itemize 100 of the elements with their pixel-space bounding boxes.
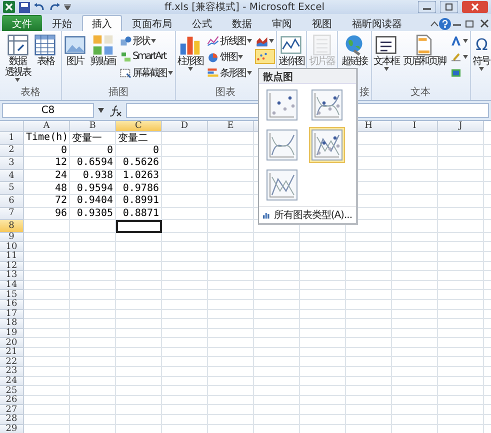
ribbon-button[interactable]: 形状 (118, 33, 174, 48)
table-cell-text: 变量一 (71, 132, 103, 145)
table-cell-text: 0.9404 (76, 194, 114, 208)
row-header[interactable]: 18 (0, 319, 24, 329)
ribbon-button[interactable]: 剪贴画 (89, 33, 116, 68)
caret-icon[interactable] (98, 108, 104, 113)
ribbon-button[interactable]: 折线图 (206, 33, 252, 48)
table-cell-text: 0.938 (82, 170, 114, 182)
ribbon-button[interactable]: 图片 (63, 33, 87, 68)
scatter-option-icon (266, 129, 298, 161)
row-header[interactable]: 6 (0, 194, 24, 208)
group-label: 图表 (216, 87, 236, 100)
ribbon-button[interactable]: 页眉和页脚 (402, 33, 446, 68)
row-header[interactable]: 29 (0, 424, 24, 433)
minimize-icon[interactable] (418, 1, 436, 13)
all-chart-types-link[interactable]: 所有图表类型(A)... (274, 208, 352, 222)
row-header[interactable]: 16 (0, 300, 24, 310)
row-header[interactable]: 10 (0, 242, 24, 252)
excel-icon[interactable] (3, 1, 15, 13)
column-header[interactable]: C (116, 121, 162, 132)
close-icon[interactable] (462, 1, 488, 13)
name-box[interactable]: C8 (2, 103, 94, 118)
group-label: 插图 (108, 87, 128, 100)
ribbon-tab[interactable]: 审阅 (262, 15, 302, 31)
row-header[interactable]: 3 (0, 157, 24, 170)
help-icon[interactable] (439, 17, 451, 31)
ribbon-button[interactable]: Ω 符号 (472, 33, 490, 72)
ribbon-button[interactable]: 柱形图 (176, 33, 204, 72)
column-header[interactable]: D (162, 121, 208, 132)
table-icon (34, 34, 56, 56)
row-header[interactable]: 9 (0, 232, 24, 242)
row-header[interactable]: 14 (0, 280, 24, 290)
ribbon-tab[interactable]: 福昕阅读器 (342, 15, 412, 31)
line-chart-icon (207, 34, 219, 46)
ribbon-tab[interactable]: 视图 (302, 15, 342, 31)
row-header[interactable]: 21 (0, 348, 24, 358)
object-icon (450, 66, 462, 78)
row-header[interactable]: 4 (0, 170, 24, 182)
shapes-icon (120, 34, 132, 46)
ribbon-tab[interactable]: 开始 (42, 15, 82, 31)
maximize-icon[interactable] (440, 1, 458, 13)
row-header[interactable]: 19 (0, 328, 24, 338)
ribbon-button[interactable]: 饼图 (206, 49, 252, 64)
bar-chart-icon (207, 66, 219, 78)
row-header[interactable]: 26 (0, 396, 24, 406)
row-header[interactable]: 7 (0, 208, 24, 220)
column-header[interactable]: J (438, 121, 484, 132)
row-header[interactable]: 12 (0, 262, 24, 272)
row-header[interactable]: 8 (0, 220, 24, 233)
row-header[interactable]: 2 (0, 144, 24, 158)
row-header[interactable]: 17 (0, 310, 24, 320)
ribbon-button[interactable]: 条形图 (206, 65, 252, 80)
ribbon-tab[interactable]: 页面布局 (122, 15, 182, 31)
group-label: 文本 (410, 87, 430, 100)
row-header[interactable]: 24 (0, 376, 24, 386)
row-header[interactable]: 11 (0, 252, 24, 262)
ribbon-tab[interactable]: 插入 (82, 15, 122, 31)
column-header[interactable]: B (70, 121, 116, 132)
ribbon-button[interactable]: 迷你图 (278, 33, 305, 68)
ribbon-button[interactable]: SmartArt (118, 49, 174, 64)
undo-icon[interactable] (34, 2, 45, 12)
ribbon-button[interactable]: 表格 (33, 33, 58, 68)
column-header[interactable]: A (24, 121, 70, 132)
ribbon-button[interactable]: 屏幕截图 (118, 65, 174, 80)
function-icon[interactable] (108, 104, 122, 116)
row-header[interactable]: 23 (0, 367, 24, 377)
row-header[interactable]: 28 (0, 415, 24, 425)
row-header[interactable]: 20 (0, 338, 24, 348)
row-header[interactable]: 15 (0, 290, 24, 300)
scatter-option[interactable] (264, 87, 300, 123)
table-cell-text: 0 (60, 144, 68, 158)
ribbon-tab[interactable]: 公式 (182, 15, 222, 31)
ribbon-button[interactable]: 文本框 (372, 33, 400, 72)
slicer-icon (310, 34, 333, 56)
table-cell-text: 0.9786 (122, 182, 160, 195)
chart-type-button[interactable] (254, 49, 274, 64)
table-cell-text: Time(h) (25, 132, 70, 145)
column-header[interactable]: E (208, 121, 254, 132)
ribbon-button[interactable]: 数据 透视表 (4, 33, 32, 83)
file-tab[interactable]: 文件 (2, 15, 42, 31)
table-cell-text: 0.8871 (122, 208, 160, 220)
row-header[interactable]: 25 (0, 386, 24, 396)
pie-chart-icon (207, 50, 219, 62)
scatter-option[interactable] (309, 87, 345, 123)
selected-cell (116, 220, 162, 233)
row-header[interactable]: 22 (0, 357, 24, 368)
row-header[interactable]: 1 (0, 132, 24, 145)
row-header[interactable]: 5 (0, 182, 24, 195)
ribbon-button[interactable]: 超链接 (340, 33, 368, 68)
signature-line-icon (450, 50, 462, 62)
save-icon[interactable] (19, 2, 30, 12)
column-header[interactable]: I (392, 121, 438, 132)
redo-icon[interactable] (49, 2, 60, 12)
scatter-option[interactable] (264, 167, 300, 203)
ribbon-tab[interactable]: 数据 (222, 15, 262, 31)
row-header[interactable]: 27 (0, 405, 24, 416)
customize-caret-icon[interactable] (64, 4, 71, 10)
scatter-option[interactable] (264, 127, 300, 163)
scatter-option[interactable] (309, 127, 345, 163)
row-header[interactable]: 13 (0, 271, 24, 281)
